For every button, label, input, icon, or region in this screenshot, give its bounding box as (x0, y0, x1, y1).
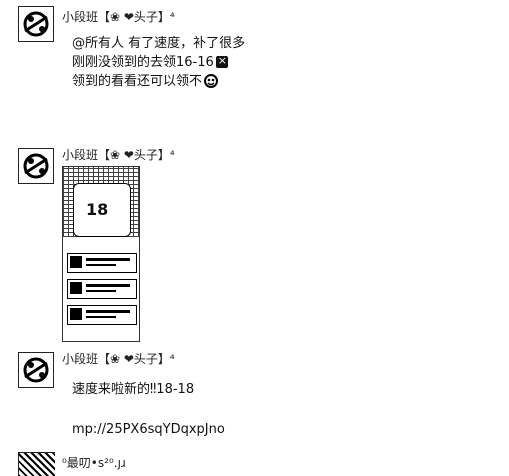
smile-face-icon (204, 74, 219, 88)
image-list-row (67, 305, 137, 325)
avatar[interactable] (18, 148, 54, 184)
avatar-image (19, 353, 53, 387)
sender-name[interactable]: 小段班【❀ ❤头子】⁴ (62, 146, 175, 163)
avatar[interactable] (18, 352, 54, 388)
avatar[interactable] (18, 6, 54, 42)
avatar-image (19, 149, 53, 183)
message-line: mp://25PX6sqYDqxpJno (72, 422, 225, 437)
avatar-image (19, 7, 53, 41)
image-attachment[interactable]: 18 (62, 166, 140, 342)
sender-name[interactable]: 小段班【❀ ❤头子】⁴ (62, 350, 175, 367)
image-list-row (67, 279, 137, 299)
message-text[interactable]: @所有人 有了速度，补了很多 刚刚没领到的去领16-16 领到的看看还可以领不 (72, 34, 245, 91)
image-list-row (67, 253, 137, 273)
message-line: 领到的看看还可以领不 (72, 72, 245, 91)
image-coupon-card: 18 (73, 183, 131, 237)
message-line: @所有人 有了速度，补了很多 (72, 36, 246, 51)
close-box-icon (215, 55, 228, 68)
message-line: 刚刚没领到的去领16-16 (72, 53, 245, 72)
sender-name[interactable]: ⁰最叨•s²⁰.ȷɹ (62, 454, 126, 471)
message-link[interactable]: mp://25PX6sqYDqxpJno (72, 420, 225, 439)
chat-window: 小段班【❀ ❤头子】⁴ @所有人 有了速度，补了很多 刚刚没领到的去领16-16… (0, 0, 509, 476)
message-line: 速度来啦新的‼18-18 (72, 382, 195, 397)
image-big-number: 18 (86, 200, 109, 219)
sender-name[interactable]: 小段班【❀ ❤头子】⁴ (62, 8, 175, 25)
message-text[interactable]: 速度来啦新的‼18-18 (72, 380, 194, 399)
avatar[interactable] (18, 452, 55, 476)
